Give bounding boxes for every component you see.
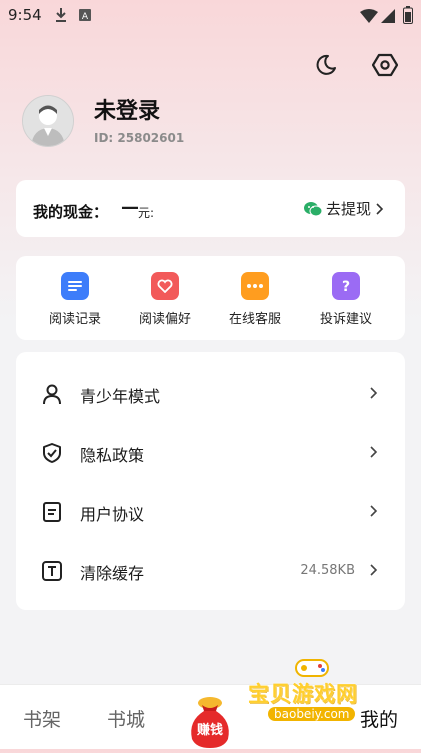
chat-icon (241, 272, 269, 300)
avatar[interactable] (22, 95, 74, 147)
profile-section[interactable]: 未登录 ID: 25802601 (22, 95, 402, 155)
wifi-icon (360, 8, 378, 27)
hexagon-settings-icon (372, 53, 398, 77)
download-icon (54, 7, 68, 27)
menu-item-clear-cache[interactable]: 清除缓存 24.58KB (16, 541, 405, 599)
settings-button[interactable] (370, 50, 400, 80)
tab-bookshelf[interactable]: 书架 (23, 705, 61, 732)
tab-earn-label: 赚钱 (196, 723, 223, 738)
menu-label: 用户协议 (80, 505, 145, 524)
reading-history-button[interactable]: 阅读记录 (39, 272, 111, 327)
chevron-right-icon (370, 505, 378, 517)
menu-item-teen-mode[interactable]: 青少年模式 (16, 364, 405, 422)
menu-item-privacy-policy[interactable]: 隐私政策 (16, 423, 405, 481)
chevron-right-icon (370, 446, 378, 458)
online-service-button[interactable]: 在线客服 (219, 272, 291, 327)
withdraw-button[interactable]: 去提现 (303, 198, 385, 219)
chevron-right-icon (376, 202, 384, 215)
reading-preference-label: 阅读偏好 (138, 312, 191, 327)
watermark-text: 宝贝游戏网 (248, 682, 358, 706)
tab-earn[interactable]: 赚钱 (186, 695, 234, 749)
status-bar: 9:54 A (0, 0, 421, 30)
heart-icon (151, 272, 179, 300)
reading-preference-button[interactable]: 阅读偏好 (129, 272, 201, 327)
menu-label: 清除缓存 (80, 564, 145, 583)
text-box-icon (42, 561, 62, 581)
watermark-url: baobeiy.com (268, 707, 356, 721)
gamepad-icon (295, 659, 329, 677)
cash-card: 我的现金： — 元: 去提现 (16, 180, 405, 237)
chevron-right-icon (370, 387, 378, 399)
site-watermark: 宝贝游戏网 baobeiy.com (248, 650, 372, 748)
quick-actions-card: 阅读记录 阅读偏好 在线客服 ? 投诉建议 (16, 256, 405, 340)
battery-icon (403, 6, 413, 28)
cash-label: 我的现金： (33, 203, 109, 221)
feedback-button[interactable]: ? 投诉建议 (310, 272, 382, 327)
signal-icon (381, 8, 395, 27)
menu-label: 青少年模式 (80, 387, 161, 406)
settings-menu-card: 青少年模式 隐私政策 用户协议 清除缓存 24.58KB (16, 352, 405, 610)
withdraw-label: 去提现 (325, 200, 371, 218)
menu-label: 隐私政策 (80, 446, 145, 465)
reading-history-label: 阅读记录 (48, 312, 101, 327)
online-service-label: 在线客服 (228, 312, 281, 327)
document-icon (43, 502, 61, 522)
cash-unit: 元: (138, 206, 155, 220)
status-time: 9:54 (8, 6, 42, 24)
cache-size: 24.58KB (300, 563, 355, 578)
moon-icon (316, 54, 336, 75)
person-icon (43, 384, 61, 405)
app-notification-icon: A (78, 7, 92, 26)
night-mode-button[interactable] (311, 50, 341, 80)
reading-history-icon (61, 272, 89, 300)
user-id: ID: 25802601 (94, 131, 185, 145)
username[interactable]: 未登录 (94, 93, 160, 125)
chevron-right-icon (370, 564, 378, 576)
question-icon: ? (332, 272, 360, 300)
wechat-icon (303, 201, 322, 216)
svg-text:?: ? (342, 279, 350, 294)
svg-text:A: A (82, 12, 89, 22)
shield-check-icon (43, 443, 61, 463)
tab-bookstore[interactable]: 书城 (107, 705, 145, 732)
menu-item-user-agreement[interactable]: 用户协议 (16, 482, 405, 540)
feedback-label: 投诉建议 (319, 312, 372, 327)
cash-value: — (121, 197, 139, 218)
